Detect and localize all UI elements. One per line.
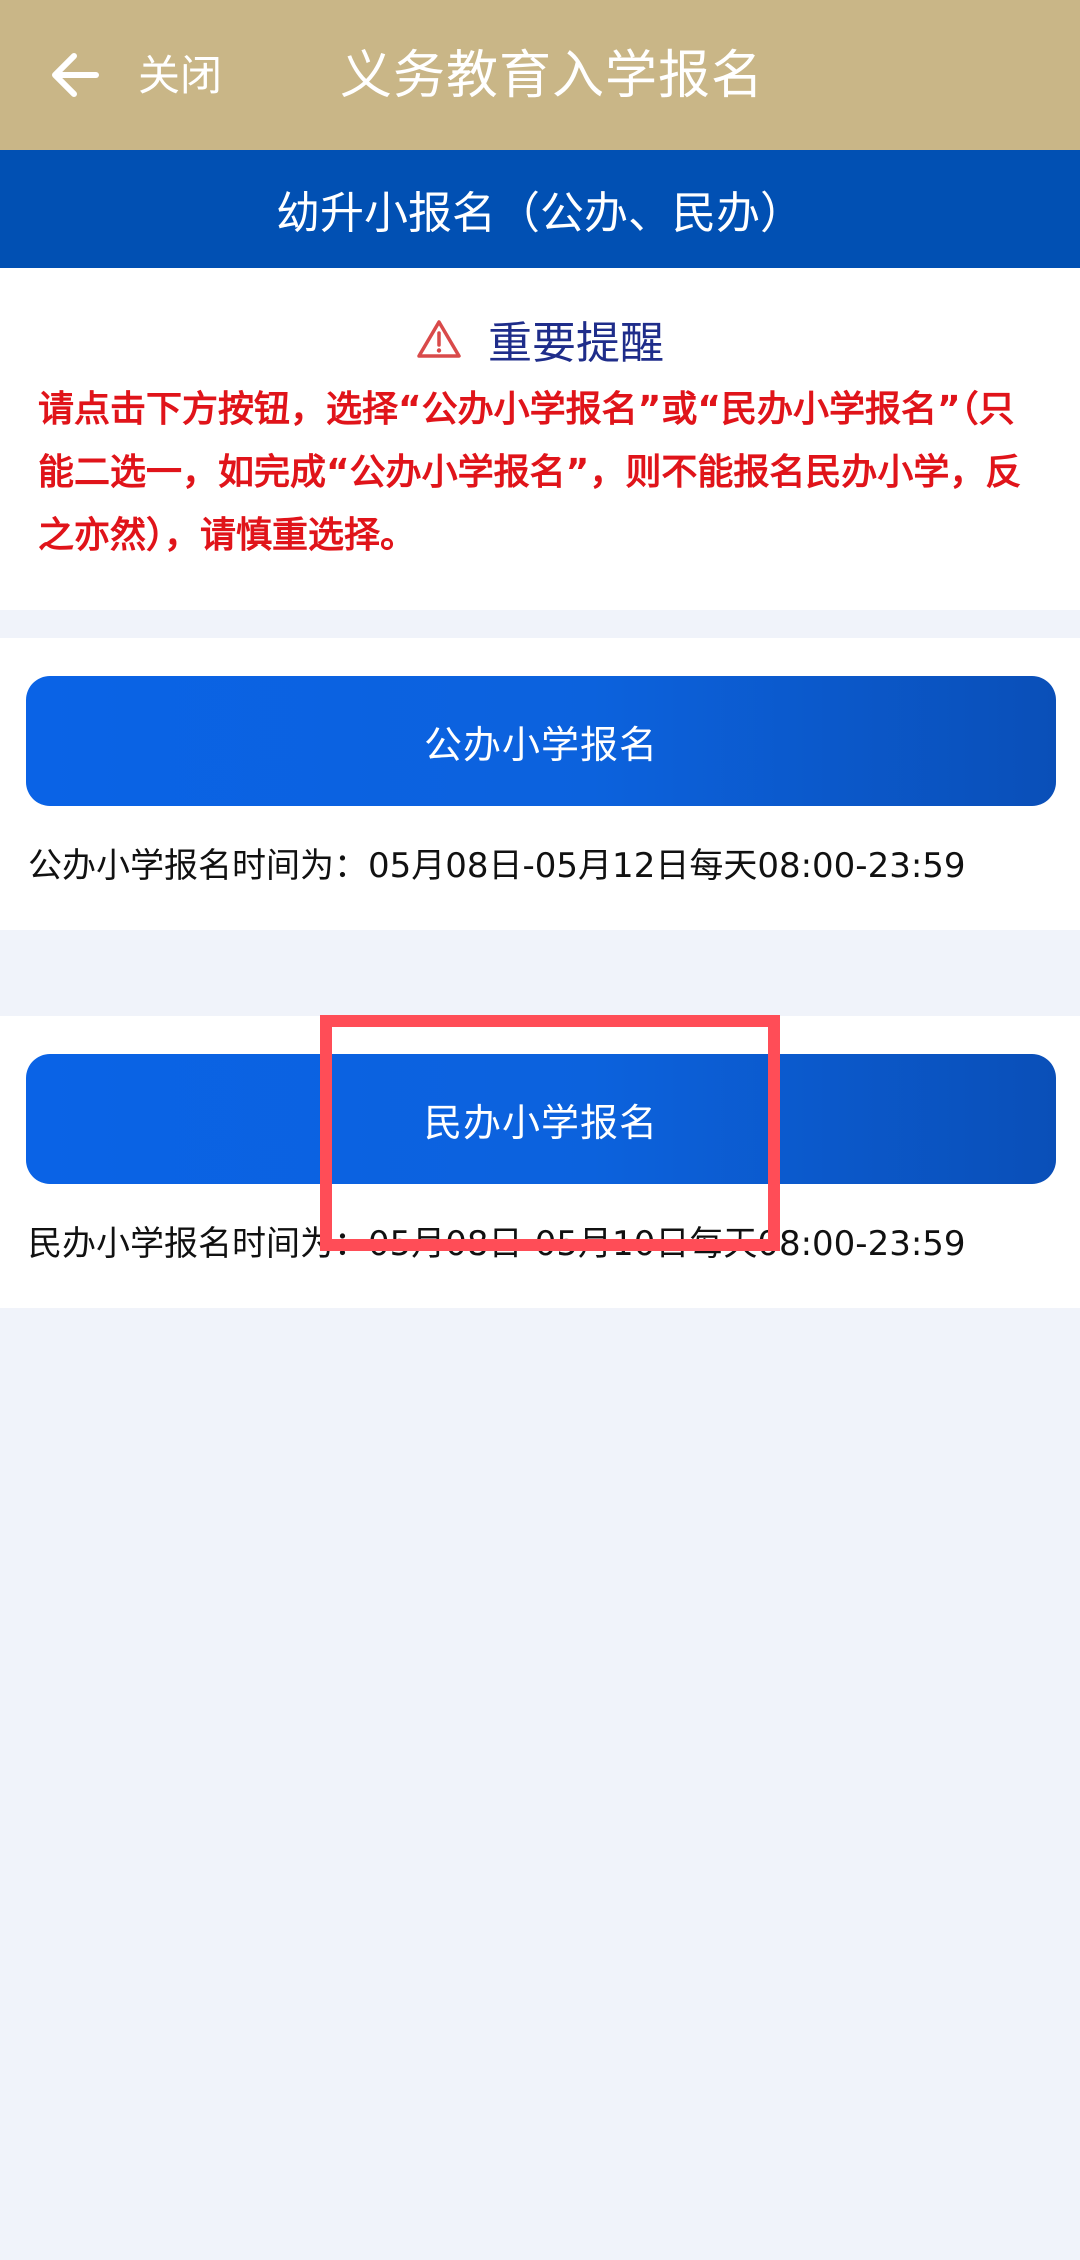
page-title: 义务教育入学报名 [340, 46, 765, 106]
public-school-time-text: 公办小学报名时间为：05月08日-05月12日每天08:00-23:59 [28, 846, 966, 886]
notice-panel: 重要提醒 请点击下方按钮，选择“公办小学报名”或“民办小学报名”（只能二选一，如… [0, 268, 1080, 610]
section-title: 幼升小报名（公办、民办） [276, 188, 804, 239]
private-school-register-button[interactable]: 民办小学报名 [26, 1054, 1056, 1184]
public-school-card: 公办小学报名 公办小学报名时间为：05月08日-05月12日每天08:00-23… [0, 638, 1080, 930]
back-button[interactable] [40, 40, 110, 110]
notice-title: 重要提醒 [488, 318, 664, 369]
arrow-left-icon [52, 53, 99, 97]
notice-title-row: 重要提醒 [0, 308, 1080, 370]
private-school-card: 民办小学报名 民办小学报名时间为：05月08日-05月10日每天08:00-23… [0, 1016, 1080, 1308]
top-bar: 关闭 义务教育入学报名 [0, 0, 1080, 150]
notice-text: 请点击下方按钮，选择“公办小学报名”或“民办小学报名”（只能二选一，如完成“公办… [38, 389, 1022, 556]
private-school-time-text: 民办小学报名时间为：05月08日-05月10日每天08:00-23:59 [28, 1224, 966, 1264]
warning-triangle-icon [417, 320, 461, 358]
close-button[interactable]: 关闭 [138, 48, 222, 104]
section-header: 幼升小报名（公办、民办） [0, 150, 1080, 268]
public-school-register-button[interactable]: 公办小学报名 [26, 676, 1056, 806]
